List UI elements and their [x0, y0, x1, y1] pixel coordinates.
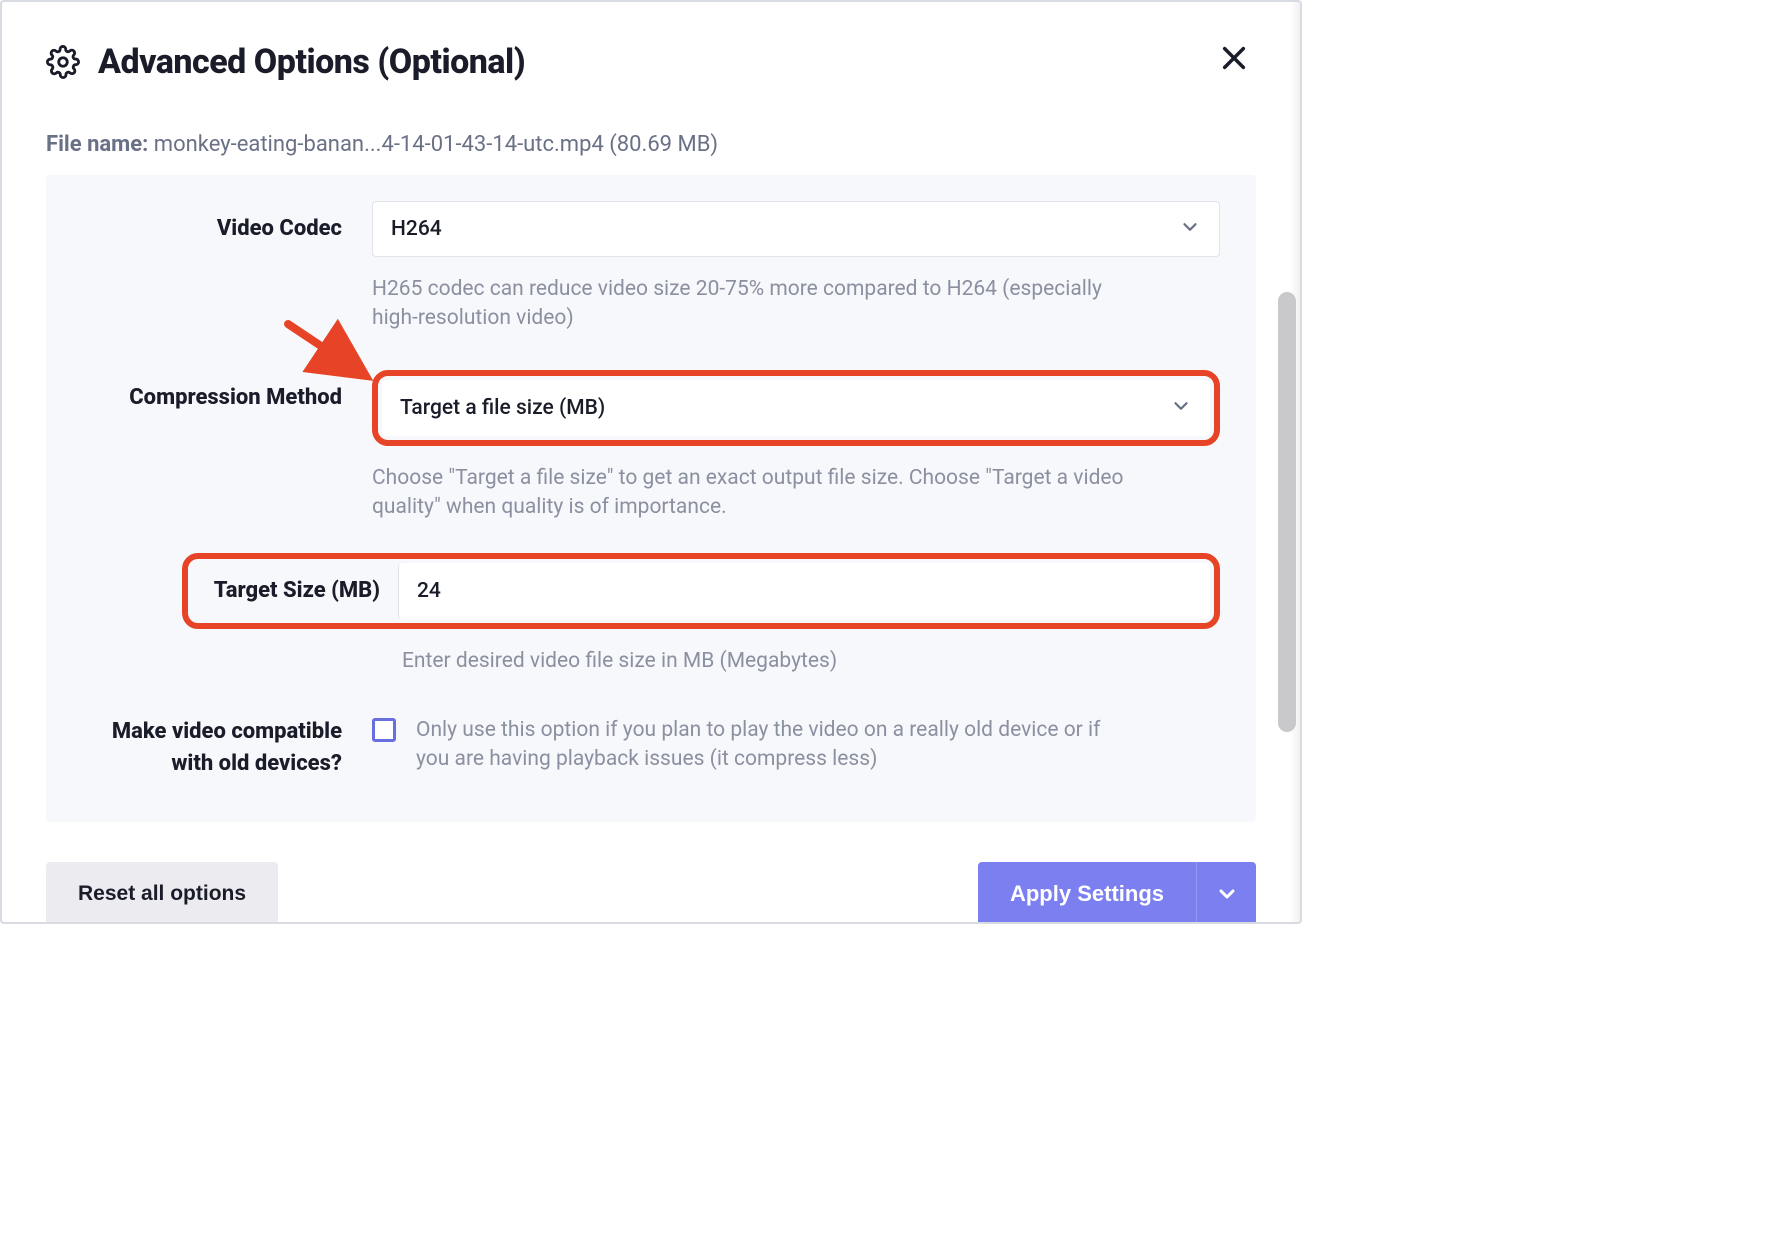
- compression-method-highlight: Target a file size (MB): [372, 370, 1220, 446]
- compat-label: Make video compatible with old devices?: [82, 716, 372, 780]
- chevron-down-icon: [1215, 882, 1239, 906]
- video-codec-body: H264 H265 codec can reduce video size 20…: [372, 201, 1220, 334]
- scrollbar[interactable]: [1278, 292, 1296, 732]
- close-button[interactable]: [1216, 40, 1252, 76]
- chevron-down-icon: [1179, 216, 1201, 242]
- reset-button[interactable]: Reset all options: [46, 862, 278, 924]
- compression-method-label: Compression Method: [82, 370, 372, 414]
- dialog-header: Advanced Options (Optional): [46, 42, 1256, 82]
- apply-button-group: Apply Settings: [978, 862, 1256, 924]
- chevron-down-icon: [1170, 395, 1192, 421]
- compression-method-helper: Choose "Target a file size" to get an ex…: [372, 464, 1152, 523]
- compat-desc: Only use this option if you plan to play…: [416, 716, 1136, 775]
- row-target-size: Target Size (MB) 24 Enter desired video …: [82, 553, 1220, 676]
- target-size-input[interactable]: 24: [398, 563, 1210, 619]
- video-codec-helper: H265 codec can reduce video size 20-75% …: [372, 275, 1152, 334]
- dialog-advanced-options: Advanced Options (Optional) File name: m…: [0, 0, 1302, 924]
- apply-dropdown-button[interactable]: [1196, 862, 1256, 924]
- options-panel: Video Codec H264 H265 codec can reduce v…: [46, 175, 1256, 822]
- file-name-value: monkey-eating-banan...4-14-01-43-14-utc.…: [154, 132, 718, 157]
- row-compression-method: Compression Method Target a file size (M…: [82, 370, 1220, 523]
- row-video-codec: Video Codec H264 H265 codec can reduce v…: [82, 201, 1220, 334]
- target-size-highlight: Target Size (MB) 24: [182, 553, 1220, 629]
- dialog-title: Advanced Options (Optional): [98, 42, 525, 82]
- video-codec-select[interactable]: H264: [372, 201, 1220, 257]
- dialog-content: Advanced Options (Optional) File name: m…: [2, 2, 1300, 924]
- video-codec-value: H264: [391, 217, 442, 241]
- target-size-label: Target Size (MB): [198, 578, 398, 603]
- apply-button[interactable]: Apply Settings: [978, 862, 1196, 924]
- target-size-body: Target Size (MB) 24 Enter desired video …: [182, 553, 1220, 676]
- target-size-value: 24: [417, 579, 441, 603]
- file-name-row: File name: monkey-eating-banan...4-14-01…: [46, 132, 1256, 157]
- row-compat: Make video compatible with old devices? …: [82, 716, 1220, 780]
- compat-checkbox[interactable]: [372, 718, 396, 742]
- compression-method-value: Target a file size (MB): [400, 396, 605, 420]
- gear-icon: [46, 45, 80, 79]
- dialog-footer: Reset all options Apply Settings: [46, 862, 1256, 924]
- close-icon: [1220, 44, 1248, 72]
- compression-method-body: Target a file size (MB) Choose "Target a…: [372, 370, 1220, 523]
- file-name-label: File name:: [46, 132, 148, 157]
- compat-body: Only use this option if you plan to play…: [372, 716, 1220, 775]
- compression-method-select[interactable]: Target a file size (MB): [382, 380, 1210, 436]
- target-size-helper: Enter desired video file size in MB (Meg…: [402, 647, 1182, 676]
- video-codec-label: Video Codec: [82, 201, 372, 245]
